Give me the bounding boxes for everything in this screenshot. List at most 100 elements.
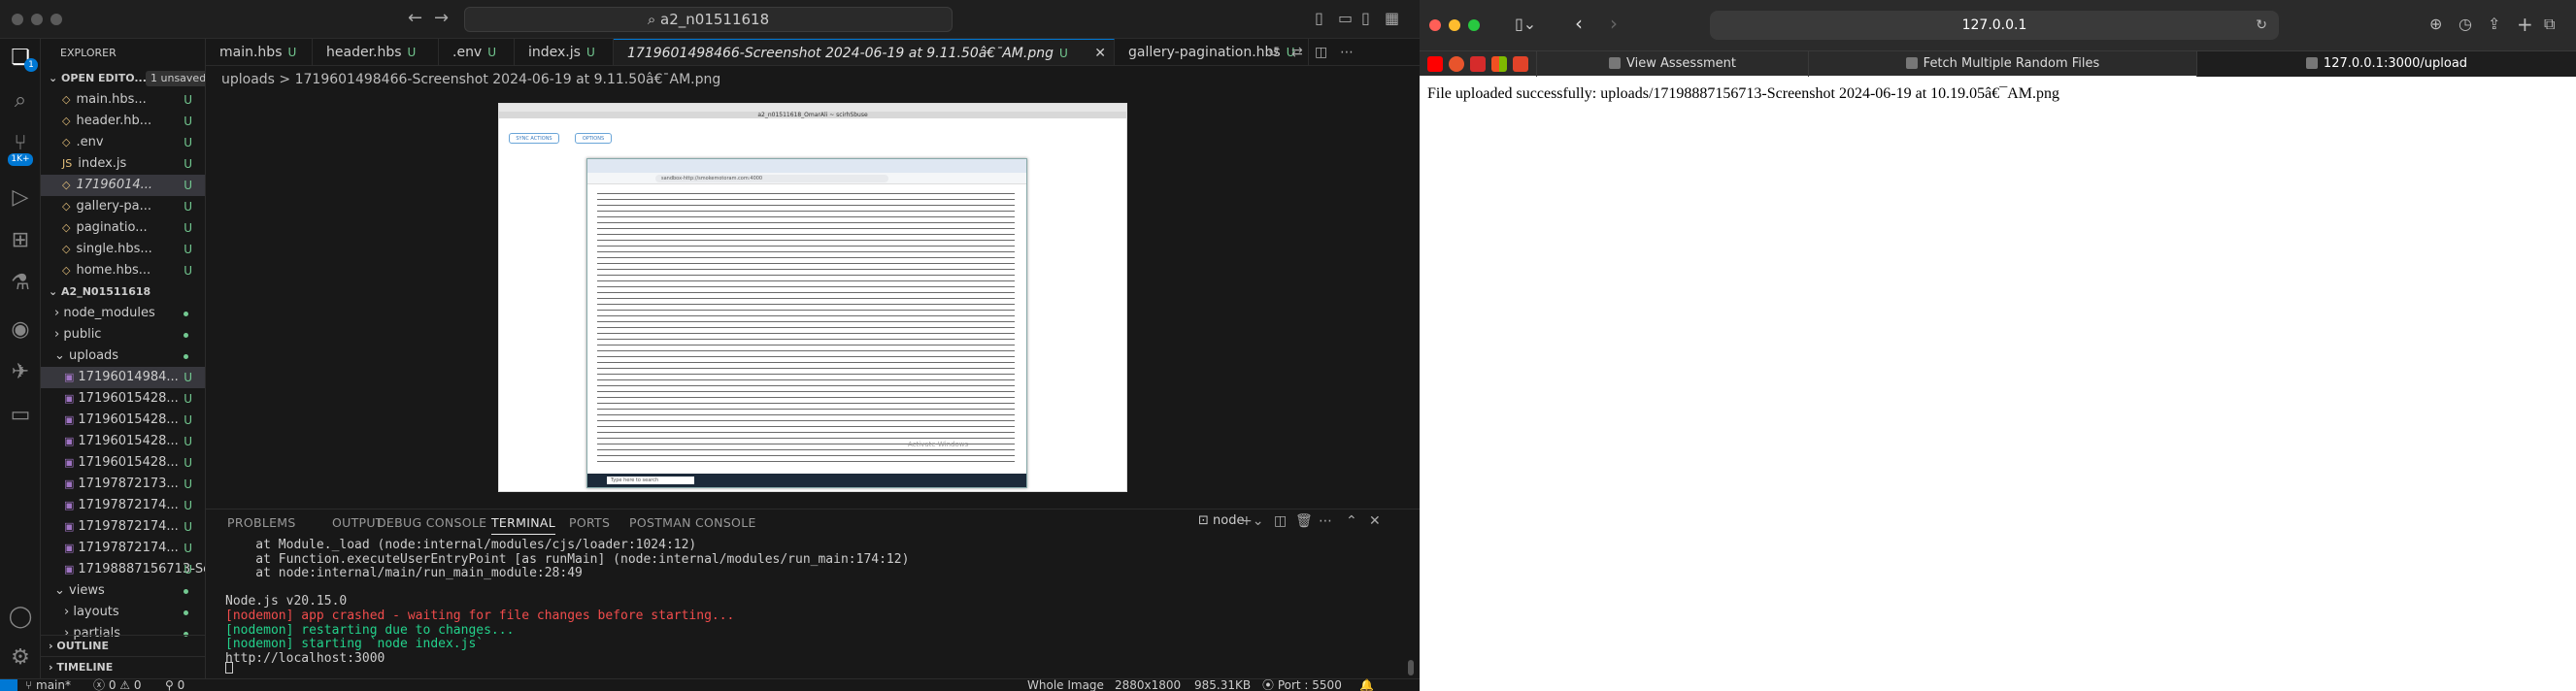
- zoom-window-button[interactable]: [1468, 19, 1480, 31]
- zoom-window-button[interactable]: [50, 14, 62, 25]
- command-center[interactable]: ⌕ a2_n01511618: [464, 7, 953, 32]
- panel-tab[interactable]: POSTMAN CONSOLE: [629, 515, 756, 530]
- forward-chevron-icon[interactable]: ›: [1610, 12, 1618, 35]
- back-chevron-icon[interactable]: ‹: [1575, 12, 1583, 35]
- open-editor-item[interactable]: ◇ 17196014... U: [41, 175, 205, 196]
- upload-file-item[interactable]: ▣17198887156713-Sc...U: [41, 559, 205, 580]
- run-debug-icon[interactable]: ▷: [5, 182, 36, 214]
- close-tab-icon[interactable]: ✕: [1094, 40, 1106, 65]
- upload-file-item[interactable]: ▣ 17197872174... U: [41, 516, 205, 538]
- more-actions-icon[interactable]: ⋯: [1340, 45, 1354, 60]
- panel-tab[interactable]: DEBUG CONSOLE: [377, 515, 486, 530]
- split-editor-icon[interactable]: ◫: [1315, 45, 1327, 60]
- toggle-secondary-sidebar-icon[interactable]: ▯: [1361, 9, 1370, 27]
- folder-item[interactable]: › public: [41, 324, 205, 346]
- upload-file-item[interactable]: ▣ 17197872174... U: [41, 538, 205, 559]
- testing-icon[interactable]: ⚗: [5, 268, 36, 299]
- toggle-sidebar-icon[interactable]: ▯: [1315, 9, 1323, 27]
- back-arrow-icon[interactable]: ←: [408, 8, 422, 28]
- folder-item[interactable]: › layouts: [41, 602, 205, 623]
- open-editor-item[interactable]: JS index.js U: [41, 153, 205, 175]
- close-panel-icon[interactable]: ✕: [1369, 513, 1381, 529]
- panel-tab[interactable]: OUTPUT: [332, 515, 384, 530]
- customize-layout-icon[interactable]: ▦: [1385, 9, 1399, 27]
- timeline-section[interactable]: › TIMELINE: [41, 656, 205, 677]
- tab-overview-icon[interactable]: ⧉: [2544, 15, 2555, 34]
- browser-tab[interactable]: 127.0.0.1:3000/upload: [2196, 51, 2576, 77]
- upload-file-item[interactable]: ▣ 17196015428... U: [41, 410, 205, 431]
- upload-file-item[interactable]: ▣ 17197872174... U: [41, 495, 205, 516]
- history-icon[interactable]: ◷: [2459, 15, 2472, 33]
- add-terminal-icon[interactable]: +⌄: [1241, 513, 1263, 529]
- maximize-panel-icon[interactable]: ⌃: [1346, 513, 1357, 529]
- share-icon[interactable]: ⇪: [2488, 15, 2500, 33]
- folder-item[interactable]: › node_modules: [41, 303, 205, 324]
- panel-scrollbar[interactable]: [1408, 660, 1414, 675]
- editor-tab[interactable]: header.hbs U: [313, 39, 439, 65]
- search-icon[interactable]: ⌕: [5, 85, 36, 116]
- kill-terminal-icon[interactable]: 🗑: [1295, 513, 1313, 529]
- history-icon[interactable]: ↺: [1268, 45, 1280, 60]
- split-terminal-icon[interactable]: ◫: [1274, 513, 1287, 529]
- editor-tab[interactable]: gallery-pagination.hbs U: [1115, 39, 1309, 65]
- reload-icon[interactable]: ↻: [2256, 11, 2267, 40]
- postman-icon[interactable]: ✈: [5, 357, 36, 388]
- address-bar[interactable]: 127.0.0.1 ↻: [1710, 11, 2279, 40]
- close-window-button[interactable]: [12, 14, 23, 25]
- remote-indicator[interactable]: [0, 679, 17, 691]
- app-favicon-icon[interactable]: [1449, 56, 1464, 72]
- remote-explorer-icon[interactable]: ◉: [5, 314, 36, 346]
- youtube-favicon-icon[interactable]: [1427, 56, 1443, 72]
- open-editor-item[interactable]: ◇ gallery-pa... U: [41, 196, 205, 217]
- panel-tab[interactable]: PORTS: [569, 515, 610, 530]
- account-icon[interactable]: ◯: [5, 602, 36, 633]
- minimize-window-button[interactable]: [1449, 19, 1460, 31]
- notifications-icon[interactable]: 🔔: [1359, 679, 1374, 691]
- panel-tab[interactable]: TERMINAL: [491, 515, 555, 535]
- upload-file-item[interactable]: ▣ 17196014984... U: [41, 367, 205, 388]
- browser-tab[interactable]: Fetch Multiple Random Files: [1808, 51, 2196, 77]
- ig-favicon-icon[interactable]: [1470, 56, 1486, 72]
- close-window-button[interactable]: [1429, 19, 1441, 31]
- open-editors-section[interactable]: ⌄ OPEN EDITO... 1 unsaved: [41, 68, 205, 89]
- editor-tab[interactable]: main.hbs U: [206, 39, 313, 65]
- toggle-panel-icon[interactable]: ▭: [1338, 9, 1353, 27]
- live-share-icon[interactable]: ▭: [5, 400, 36, 431]
- forward-arrow-icon[interactable]: →: [434, 8, 449, 28]
- editor-tab[interactable]: index.js U: [515, 39, 614, 65]
- problems-indicator[interactable]: ⓧ 0 ⚠ 0: [93, 679, 141, 691]
- open-editor-item[interactable]: ◇ single.hbs... U: [41, 239, 205, 260]
- outline-section[interactable]: › OUTLINE: [41, 635, 205, 656]
- open-editor-item[interactable]: ◇ header.hb... U: [41, 111, 205, 132]
- panel-tab[interactable]: PROBLEMS: [227, 515, 296, 530]
- editor-tab[interactable]: .env U: [439, 39, 515, 65]
- terminal-instance[interactable]: ⊡ node: [1198, 513, 1244, 528]
- new-tab-icon[interactable]: +: [2517, 13, 2533, 36]
- upload-file-item[interactable]: ▣ 17197872173... U: [41, 474, 205, 495]
- branch-indicator[interactable]: ⑂ main*: [25, 679, 71, 691]
- project-section[interactable]: ⌄ A2_N01511618: [41, 281, 205, 303]
- sidebar-icon[interactable]: ▯⌄: [1515, 15, 1536, 33]
- open-editor-item[interactable]: ◇ paginatio... U: [41, 217, 205, 239]
- open-changes-icon[interactable]: ⇄: [1291, 45, 1303, 60]
- upload-file-item[interactable]: ▣ 17196015428... U: [41, 388, 205, 410]
- minimize-window-button[interactable]: [31, 14, 43, 25]
- microsoft-favicon-icon[interactable]: [1491, 56, 1507, 72]
- folder-item[interactable]: ⌄ views: [41, 580, 205, 602]
- git-favicon-icon[interactable]: [1513, 56, 1528, 72]
- open-editor-item[interactable]: ◇ home.hbs... U: [41, 260, 205, 281]
- image-kind[interactable]: Whole Image: [1027, 679, 1104, 691]
- extensions-icon[interactable]: ⊞: [5, 225, 36, 256]
- open-editor-item[interactable]: ◇ main.hbs... U: [41, 89, 205, 111]
- settings-gear-icon[interactable]: ⚙: [5, 642, 36, 674]
- browser-tab[interactable]: View Assessment: [1536, 51, 1808, 77]
- upload-file-item[interactable]: ▣ 17196015428... U: [41, 431, 205, 452]
- more-actions-icon[interactable]: ⋯: [1319, 513, 1332, 529]
- open-editor-item[interactable]: ◇ .env U: [41, 132, 205, 153]
- editor-tab[interactable]: 17196014984​66-Screenshot 2024-06-19 at …: [614, 39, 1115, 65]
- folder-item[interactable]: ⌄ uploads: [41, 346, 205, 367]
- download-icon[interactable]: ⊕: [2429, 15, 2442, 33]
- ports-indicator[interactable]: ⚲ 0: [165, 679, 184, 691]
- live-server-port[interactable]: ⦿ Port : 5500: [1262, 679, 1342, 691]
- upload-file-item[interactable]: ▣ 17196015428... U: [41, 452, 205, 474]
